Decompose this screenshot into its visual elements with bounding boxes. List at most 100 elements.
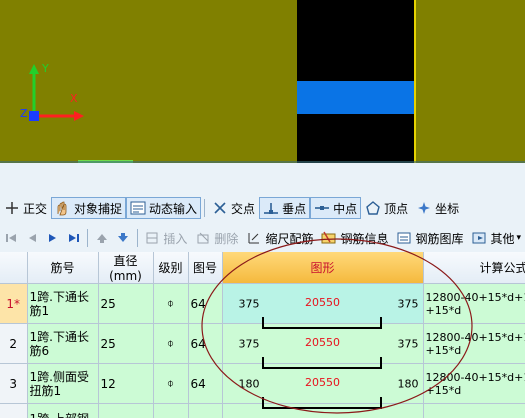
shape-header[interactable]: 图形 xyxy=(222,252,424,284)
object-snap-icon xyxy=(55,200,71,216)
formula-cell[interactable]: 12800-40+15*d+143 +15*d xyxy=(423,363,525,404)
formula-cell[interactable] xyxy=(423,403,525,418)
arrow-up-icon xyxy=(96,234,107,243)
formula-cell[interactable]: 12800-40+15*d+143 +15*d xyxy=(423,283,525,324)
intersection-label: 交点 xyxy=(231,201,256,216)
diameter-cell[interactable]: 25 xyxy=(98,283,154,324)
orthogonal-button[interactable]: 正交 xyxy=(0,197,51,219)
scale-rebar-button[interactable]: 缩尺配筋 xyxy=(242,227,317,249)
dynamic-input-button[interactable]: 动态输入 xyxy=(126,197,202,219)
delete-button[interactable]: 删除 xyxy=(191,227,242,249)
shape-main-length: 20550 xyxy=(305,375,340,389)
figure-no-cell[interactable]: 64 xyxy=(188,283,223,324)
rebar-library-icon xyxy=(396,230,412,246)
rebar-library-button[interactable]: 钢筋图库 xyxy=(392,227,467,249)
shape-right-length: 180 xyxy=(397,377,419,390)
diameter-header[interactable]: 直径(mm) xyxy=(98,252,154,284)
toolbar-separator xyxy=(136,229,138,247)
toolbar-separator xyxy=(87,229,89,247)
coordinate-axes: Y X Z xyxy=(14,58,94,128)
figure-no-cell[interactable] xyxy=(188,403,223,418)
diameter-cell[interactable] xyxy=(98,403,154,418)
other-icon xyxy=(471,230,487,246)
grade-cell[interactable]: ⌽ xyxy=(153,323,189,364)
toolbar-separator xyxy=(204,199,206,217)
figure-no-header[interactable]: 图号 xyxy=(188,252,223,284)
grade-header[interactable]: 级别 xyxy=(153,252,189,284)
midpoint-button[interactable]: 中点 xyxy=(310,197,362,219)
next-icon xyxy=(48,234,56,242)
drawing-viewport[interactable]: Y X Z xyxy=(0,0,525,163)
scale-rebar-icon xyxy=(246,230,262,246)
rebar-toolbar: 插入 删除 缩尺配筋 钢筋信息 钢筋图库 其他 ▾ xyxy=(0,226,525,250)
bar-no-cell[interactable]: 1跨.下通长筋6 xyxy=(27,323,99,364)
delete-row-icon xyxy=(195,230,211,246)
shape-cell[interactable]: 375 20550 375 xyxy=(222,283,424,329)
diameter-cell[interactable]: 25 xyxy=(98,323,154,364)
move-down-button[interactable] xyxy=(112,228,133,248)
intersection-icon xyxy=(212,200,228,216)
move-up-button[interactable] xyxy=(91,228,112,248)
diameter-cell[interactable]: 12 xyxy=(98,363,154,404)
perpendicular-button[interactable]: 垂点 xyxy=(259,197,311,219)
midpoint-label: 中点 xyxy=(333,201,358,216)
bar-no-cell[interactable]: 1跨.侧面受扭筋1 xyxy=(27,363,99,404)
row-number[interactable] xyxy=(0,403,28,418)
rebar-info-label: 钢筋信息 xyxy=(340,231,389,246)
chevron-down-icon: ▾ xyxy=(516,233,522,243)
yellow-edge-line xyxy=(414,0,416,163)
last-icon xyxy=(68,234,79,242)
formula-cell[interactable]: 12800-40+15*d+143 +15*d xyxy=(423,323,525,364)
arrow-down-icon xyxy=(117,233,128,242)
row-number-header xyxy=(0,252,28,284)
row-number[interactable]: 1* xyxy=(0,283,28,324)
delete-label: 删除 xyxy=(214,231,239,246)
dynamic-input-icon xyxy=(130,200,146,216)
rebar-grid: 筋号 直径(mm) 级别 图号 图形 计算公式 1* 1跨.下通长筋1 25 ⌽ 64 3… xyxy=(0,252,525,418)
orthogonal-label: 正交 xyxy=(23,201,48,216)
blue-beam-band xyxy=(297,81,414,114)
first-icon xyxy=(5,234,16,242)
formula-header[interactable]: 计算公式 xyxy=(423,252,525,284)
other-label: 其他 xyxy=(490,231,515,246)
insert-button[interactable]: 插入 xyxy=(140,227,191,249)
grade-cell[interactable] xyxy=(153,403,189,418)
next-record-button[interactable] xyxy=(42,228,63,248)
table-row[interactable]: 1* 1跨.下通长筋1 25 ⌽ 64 375 20550 375 12800-40+15*d+… xyxy=(0,283,525,329)
axis-y-label: Y xyxy=(42,62,49,75)
row-number[interactable]: 2 xyxy=(0,323,28,364)
figure-no-cell[interactable]: 64 xyxy=(188,323,223,364)
other-menu-button[interactable]: 其他 ▾ xyxy=(467,227,525,249)
coordinate-icon xyxy=(416,200,432,216)
midpoint-icon xyxy=(314,200,330,216)
rebar-info-button[interactable]: 钢筋信息 xyxy=(317,227,392,249)
vertex-icon xyxy=(365,200,381,216)
vertex-button[interactable]: 顶点 xyxy=(361,197,412,219)
vertex-label: 顶点 xyxy=(384,201,409,216)
table-header: 筋号 直径(mm) 级别 图号 图形 计算公式 xyxy=(0,252,525,284)
grade-cell[interactable]: ⌽ xyxy=(153,283,189,324)
last-record-button[interactable] xyxy=(63,228,84,248)
empty-toolbar-band xyxy=(0,163,525,193)
insert-label: 插入 xyxy=(163,231,188,246)
rebar-library-label: 钢筋图库 xyxy=(415,231,464,246)
bar-no-cell[interactable]: 1跨.上部钢 xyxy=(27,403,99,418)
perpendicular-label: 垂点 xyxy=(282,201,307,216)
bar-no-header[interactable]: 筋号 xyxy=(27,252,99,284)
row-number[interactable]: 3 xyxy=(0,363,28,404)
axis-z-label: Z xyxy=(20,107,28,120)
figure-no-cell[interactable]: 64 xyxy=(188,363,223,404)
grade-cell[interactable]: ⌽ xyxy=(153,363,189,404)
object-snap-button[interactable]: 对象捕捉 xyxy=(51,197,127,219)
bar-no-cell[interactable]: 1跨.下通长筋1 xyxy=(27,283,99,324)
prev-record-button[interactable] xyxy=(21,228,42,248)
coordinate-button[interactable]: 坐标 xyxy=(412,197,463,219)
snap-toolbar: 正交 对象捕捉 动态输入 交点 垂点 中点 顶点 坐标 xyxy=(0,195,525,221)
dynamic-input-label: 动态输入 xyxy=(149,201,198,216)
shape-right-length: 375 xyxy=(397,337,419,350)
intersection-button[interactable]: 交点 xyxy=(208,197,259,219)
first-record-button[interactable] xyxy=(0,228,21,248)
axis-x-label: X xyxy=(70,92,78,105)
shape-main-length: 20550 xyxy=(305,295,340,309)
coordinate-label: 坐标 xyxy=(435,201,460,216)
